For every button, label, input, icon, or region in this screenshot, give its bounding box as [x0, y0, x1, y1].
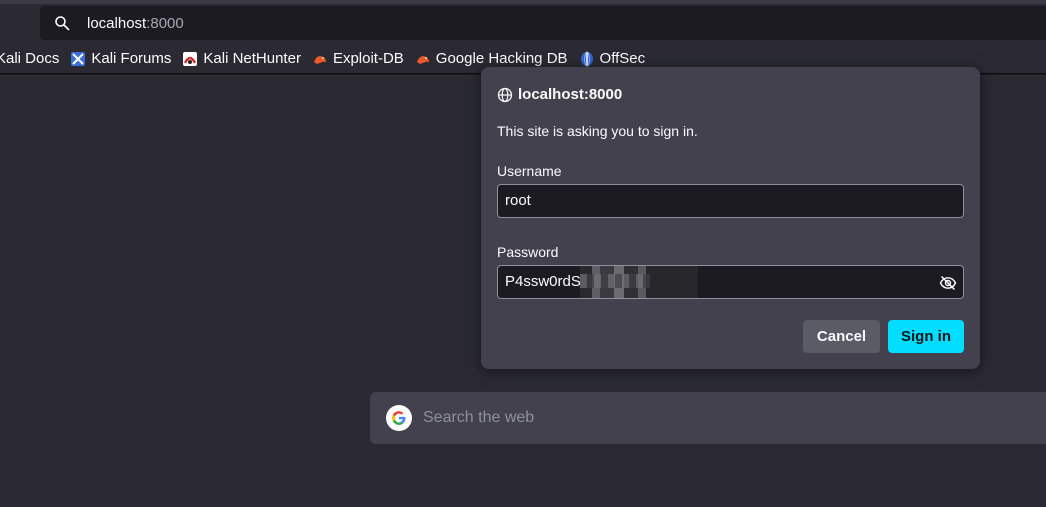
bookmark-label: OffSec: [599, 50, 646, 67]
sign-in-button[interactable]: Sign in: [888, 320, 964, 353]
username-field[interactable]: root: [497, 184, 964, 218]
username-label: Username: [497, 163, 562, 179]
tab-strip-edge: [0, 0, 1046, 4]
globe-icon: [497, 87, 513, 102]
url-text[interactable]: localhost:8000: [87, 15, 184, 32]
bookmark-google-hacking-db[interactable]: Google Hacking DB: [415, 50, 568, 67]
hide-password-icon[interactable]: [939, 274, 957, 292]
username-value: root: [505, 192, 531, 209]
url-host: localhost: [87, 14, 147, 32]
url-bar[interactable]: localhost:8000: [40, 6, 1046, 40]
bookmark-label: Kali NetHunter: [203, 50, 301, 67]
browser-toolbar: localhost:8000: [0, 0, 1046, 44]
web-search-box[interactable]: Search the web: [370, 392, 1046, 444]
offsec-icon: [580, 51, 593, 66]
search-placeholder: Search the web: [423, 409, 535, 426]
cancel-button[interactable]: Cancel: [803, 320, 880, 353]
password-field[interactable]: P4ssw0rdS: [497, 265, 964, 299]
kali-nethunter-icon: [183, 51, 198, 66]
dialog-message: This site is asking you to sign in.: [497, 123, 698, 139]
bookmark-label: Exploit-DB: [332, 50, 404, 67]
password-redaction: [580, 266, 698, 298]
exploit-db-icon: [313, 55, 326, 64]
bookmark-label: Kali Docs: [0, 50, 60, 67]
auth-dialog: localhost:8000 This site is asking you t…: [481, 67, 980, 369]
bookmark-kali-forums[interactable]: Kali Forums: [70, 50, 171, 67]
kali-forums-icon: [71, 51, 86, 66]
password-label: Password: [497, 244, 559, 260]
bookmark-offsec[interactable]: OffSec: [579, 50, 646, 67]
bookmark-exploit-db[interactable]: Exploit-DB: [312, 50, 404, 67]
password-value: P4ssw0rdS: [505, 273, 581, 290]
search-icon: [55, 16, 70, 31]
dialog-host: localhost:8000: [518, 86, 623, 103]
bookmark-kali-docs[interactable]: Kali Docs: [0, 50, 59, 67]
dialog-header: localhost:8000: [497, 86, 622, 103]
bookmark-kali-nethunter[interactable]: Kali NetHunter: [182, 50, 301, 67]
url-port: :8000: [146, 14, 184, 32]
bookmark-label: Kali Forums: [91, 50, 172, 67]
google-icon: [386, 405, 412, 431]
bookmark-label: Google Hacking DB: [435, 50, 568, 67]
google-hacking-db-icon: [416, 55, 429, 64]
